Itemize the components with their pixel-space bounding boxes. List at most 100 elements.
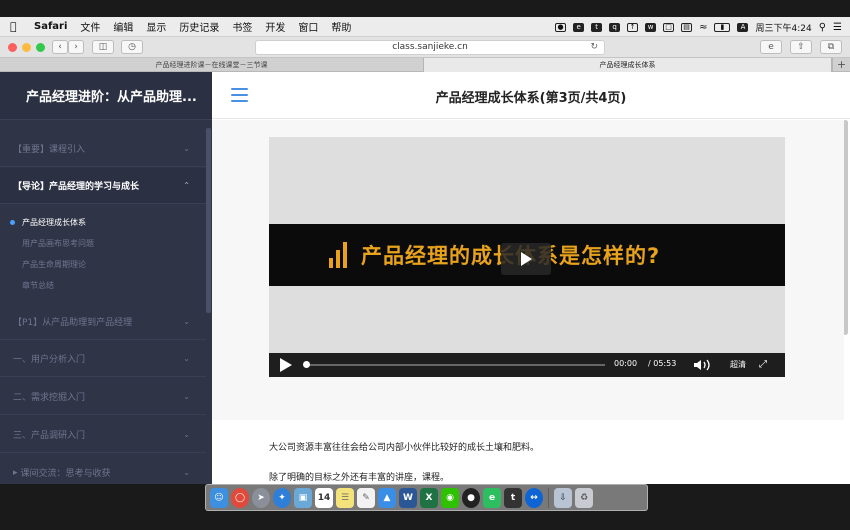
wifi-icon[interactable]: ≈ xyxy=(699,22,707,33)
preview-icon[interactable]: ▣ xyxy=(294,487,312,508)
menu-bookmarks[interactable]: 书签 xyxy=(232,19,252,34)
keynote-icon[interactable]: ▲ xyxy=(378,487,396,508)
section-research[interactable]: 三、产品调研入门 ⌄ xyxy=(0,417,206,453)
section-label: 【导论】产品经理的学习与成长 xyxy=(13,182,140,192)
qq-status-icon[interactable]: q xyxy=(609,22,621,32)
quality-selector[interactable]: 超清 xyxy=(730,359,746,370)
trash-icon[interactable]: ♻ xyxy=(575,487,593,508)
lesson-item-summary[interactable]: 章节总结 xyxy=(0,275,206,296)
address-bar[interactable]: class.sanjieke.cn ↻ xyxy=(255,40,605,55)
input-method-icon[interactable]: A xyxy=(737,22,749,32)
section-label: 二、需求挖掘入门 xyxy=(13,393,86,403)
reload-icon[interactable]: ↻ xyxy=(590,41,598,54)
sidebar-toggle-button[interactable]: ◫ xyxy=(92,40,114,54)
evernote-status-icon[interactable]: e xyxy=(573,22,585,32)
sidebar-scrollbar[interactable] xyxy=(206,128,211,313)
show-tabs-button[interactable]: ⧉ xyxy=(820,40,842,54)
chrome-icon[interactable]: ◯ xyxy=(231,487,249,508)
chevron-down-icon: ⌄ xyxy=(183,392,190,401)
notes-icon[interactable]: ☰ xyxy=(336,487,354,508)
word-icon[interactable]: W xyxy=(399,487,417,508)
play-button[interactable] xyxy=(280,358,292,372)
menu-develop[interactable]: 开发 xyxy=(265,19,285,34)
wechat-icon[interactable]: ◉ xyxy=(441,487,459,508)
menu-view[interactable]: 显示 xyxy=(146,19,166,34)
apple-icon[interactable]:  xyxy=(10,20,24,33)
lesson-item-product-canvas[interactable]: 用产品画布思考问题 xyxy=(0,233,206,254)
lesson-item-growth-system[interactable]: 产品经理成长体系 xyxy=(0,212,206,233)
current-time: 00:00 xyxy=(614,359,638,368)
picture-status-icon[interactable]: □ xyxy=(663,22,675,32)
excel-icon[interactable]: X xyxy=(420,487,438,508)
status-area: ● e t q ↑ w □ ▤ ≈ ▮ A 周三下午4:24 ⚲ ☰ xyxy=(555,17,842,37)
section-intro[interactable]: 【重要】课程引入 ⌄ xyxy=(0,131,206,167)
spotlight-icon[interactable]: ⚲ xyxy=(819,22,826,33)
menu-history[interactable]: 历史记录 xyxy=(179,19,219,34)
extension-button[interactable]: e xyxy=(760,40,782,54)
history-button[interactable]: ◷ xyxy=(121,40,143,54)
sidebar-header: 产品经理进阶：从产品助理... xyxy=(0,72,212,120)
menu-help[interactable]: 帮助 xyxy=(331,19,351,34)
menu-edit[interactable]: 编辑 xyxy=(113,19,133,34)
section-label: 课间交流：思考与收获 xyxy=(20,469,111,479)
tab-growth-system[interactable]: 产品经理成长体系 xyxy=(424,58,832,72)
evernote-icon[interactable]: e xyxy=(483,487,501,508)
progress-bar[interactable] xyxy=(305,364,605,366)
paragraph: 除了明确的目标之外还有丰富的讲座，课程。 xyxy=(269,473,450,483)
safari-icon[interactable]: ✦ xyxy=(273,487,291,508)
clock[interactable]: 周三下午4:24 xyxy=(755,21,811,34)
finder-icon[interactable]: ☺ xyxy=(210,487,228,508)
display-status-icon[interactable]: ▤ xyxy=(681,22,693,32)
paragraph: 大公司资源丰富往往会给公司内部小伙伴比较好的成长土壤和肥料。 xyxy=(269,443,540,453)
main-content: 产品经理成长体系(第3页/共4页) 产品经理的成长体系是怎样的? 00:00 /… xyxy=(212,72,850,484)
menu-app-name[interactable]: Safari xyxy=(34,21,67,32)
lesson-item-lifecycle[interactable]: 产品生命周期理论 xyxy=(0,254,206,275)
typora-status-icon[interactable]: t xyxy=(591,22,603,32)
downloads-icon[interactable]: ⇩ xyxy=(554,487,572,508)
menu-file[interactable]: 文件 xyxy=(80,19,100,34)
volume-icon[interactable] xyxy=(693,359,713,371)
close-window-button[interactable] xyxy=(8,43,17,52)
section-label: 【P1】从产品助理到产品经理 xyxy=(13,318,133,328)
new-tab-button[interactable]: + xyxy=(832,58,850,72)
wechat-status-icon[interactable]: w xyxy=(645,22,657,32)
menu-bar:  Safari 文件 编辑 显示 历史记录 书签 开发 窗口 帮助 ● e t… xyxy=(0,17,850,37)
section-foreword[interactable]: 【导论】产品经理的学习与成长 ⌃ xyxy=(0,168,206,204)
screen-record-icon[interactable]: ● xyxy=(555,22,567,32)
chevron-down-icon: ⌄ xyxy=(183,468,190,477)
section-discussion[interactable]: ▸ 课间交流：思考与收获 ⌄ xyxy=(0,455,206,484)
upload-status-icon[interactable]: ↑ xyxy=(627,22,639,32)
qq-icon[interactable]: ● xyxy=(462,487,480,508)
menu-window[interactable]: 窗口 xyxy=(298,19,318,34)
video-section: 产品经理的成长体系是怎样的? 00:00 / 05:53 超清 ⤢ xyxy=(212,120,844,420)
battery-icon[interactable]: ▮ xyxy=(714,22,731,32)
big-play-button[interactable] xyxy=(501,243,551,275)
section-p1[interactable]: 【P1】从产品助理到产品经理 ⌄ xyxy=(0,304,206,340)
progress-knob[interactable] xyxy=(303,361,310,368)
section-requirements[interactable]: 二、需求挖掘入门 ⌄ xyxy=(0,379,206,415)
calendar-icon[interactable]: 14 xyxy=(315,487,333,508)
back-button[interactable]: ‹ xyxy=(52,40,68,54)
launchpad-icon[interactable]: ➤ xyxy=(252,487,270,508)
teamviewer-icon[interactable]: ↔ xyxy=(525,487,543,508)
textedit-icon[interactable]: ✎ xyxy=(357,487,375,508)
typora-icon[interactable]: t xyxy=(504,487,522,508)
course-title: 产品经理进阶：从产品助理... xyxy=(26,90,197,105)
minimize-window-button[interactable] xyxy=(22,43,31,52)
forward-button[interactable]: › xyxy=(68,40,84,54)
page-title: 产品经理成长体系(第3页/共4页) xyxy=(435,91,627,106)
lesson-label: 用产品画布思考问题 xyxy=(22,239,94,248)
section-user-analysis[interactable]: 一、用户分析入门 ⌄ xyxy=(0,341,206,377)
tab-course-home[interactable]: 产品经理进阶课－在线课堂－三节课 xyxy=(0,58,424,72)
play-small-icon: ▸ xyxy=(13,467,18,478)
chevron-down-icon: ⌄ xyxy=(183,354,190,363)
lesson-label: 产品经理成长体系 xyxy=(22,218,86,227)
browser-toolbar: ‹ › ◫ ◷ class.sanjieke.cn ↻ e ⇧ ⧉ xyxy=(0,37,850,58)
fullscreen-icon[interactable]: ⤢ xyxy=(759,359,771,371)
zoom-window-button[interactable] xyxy=(36,43,45,52)
share-button[interactable]: ⇧ xyxy=(790,40,812,54)
notification-center-icon[interactable]: ☰ xyxy=(833,22,842,33)
bar-chart-icon xyxy=(329,242,349,268)
total-time: / 05:53 xyxy=(648,359,677,368)
video-player[interactable]: 产品经理的成长体系是怎样的? 00:00 / 05:53 超清 ⤢ xyxy=(269,137,785,377)
